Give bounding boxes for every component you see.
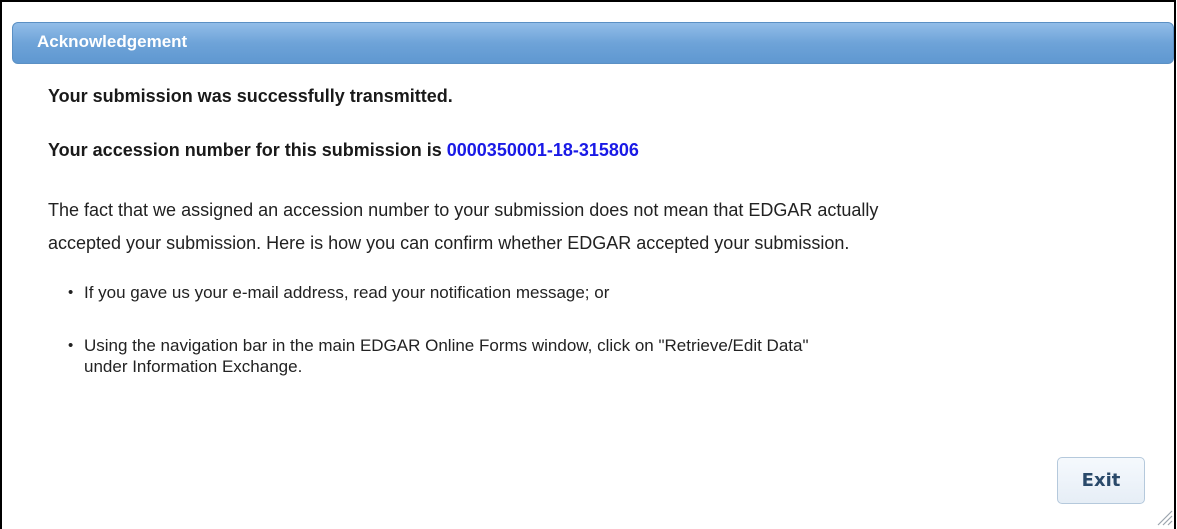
dialog-window: Acknowledgement Your submission was succ… [0, 0, 1176, 529]
confirmation-paragraph: The fact that we assigned an accession n… [48, 194, 1138, 260]
paragraph-line: The fact that we assigned an accession n… [48, 200, 879, 220]
resize-grip-icon[interactable] [1154, 507, 1174, 527]
dialog-title: Acknowledgement [37, 32, 188, 51]
list-item-text: Using the navigation bar in the main EDG… [84, 335, 1128, 377]
accession-prefix: Your accession number for this submissio… [48, 140, 447, 160]
list-item: • Using the navigation bar in the main E… [68, 335, 1128, 377]
dialog-content: Your submission was successfully transmi… [48, 86, 1138, 376]
bullet-icon: • [68, 284, 74, 301]
accession-number: 0000350001-18-315806 [446, 140, 639, 160]
bullet-icon: • [68, 337, 74, 354]
list-item-text: If you gave us your e-mail address, read… [84, 283, 610, 302]
paragraph-line: accepted your submission. Here is how yo… [48, 233, 850, 253]
success-heading: Your submission was successfully transmi… [48, 86, 453, 106]
list-item-text-line: Using the navigation bar in the main EDG… [84, 336, 809, 355]
list-item: • If you gave us your e-mail address, re… [68, 282, 1128, 303]
list-item-text-line: under Information Exchange. [84, 357, 303, 376]
accession-line: Your accession number for this submissio… [48, 140, 639, 161]
dialog-header: Acknowledgement [12, 22, 1174, 64]
exit-button[interactable]: Exit [1057, 457, 1145, 504]
